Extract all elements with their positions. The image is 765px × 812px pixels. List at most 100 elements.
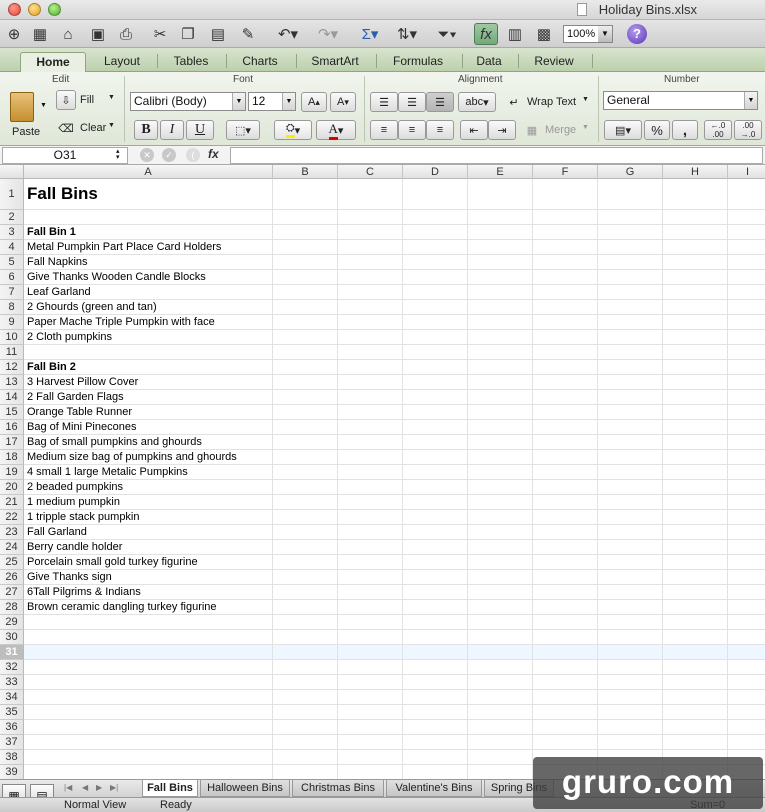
sheet-tab-fall-bins[interactable]: Fall Bins — [142, 780, 198, 797]
cell-a[interactable]: Fall Garland — [27, 525, 87, 540]
cell-a[interactable]: Give Thanks Wooden Candle Blocks — [27, 270, 206, 285]
spreadsheet-grid[interactable]: ABCDEFGHI 1 Fall Bins 2 3 Fall Bin 1 4 Metal P… — [0, 165, 765, 779]
row-header[interactable]: 34 — [0, 690, 24, 705]
align-right-icon[interactable]: ≡ — [426, 120, 454, 140]
row-header[interactable]: 39 — [0, 765, 24, 779]
grow-font-button[interactable]: A ▴ — [301, 92, 327, 112]
row-header[interactable]: 2 — [0, 210, 24, 225]
table-row[interactable]: 12 Fall Bin 2 — [0, 360, 765, 375]
next-sheet-icon[interactable]: ▶ — [96, 783, 102, 792]
cell-a[interactable]: 2 Ghourds (green and tan) — [27, 300, 157, 315]
row-header[interactable]: 30 — [0, 630, 24, 645]
align-bottom-icon[interactable]: ☰ — [426, 92, 454, 112]
cell-a[interactable]: 6Tall Pilgrims & Indians — [27, 585, 141, 600]
first-sheet-icon[interactable]: |◀ — [64, 783, 72, 792]
last-sheet-icon[interactable]: ▶| — [110, 783, 118, 792]
row-header[interactable]: 16 — [0, 420, 24, 435]
table-row[interactable]: 3 Fall Bin 1 — [0, 225, 765, 240]
fill-color-button[interactable]: ⛭ ▾ — [274, 120, 312, 140]
tab-layout[interactable]: Layout — [92, 52, 152, 72]
table-row[interactable]: 31 — [0, 645, 765, 660]
table-row[interactable]: 21 1 medium pumpkin — [0, 495, 765, 510]
row-header[interactable]: 25 — [0, 555, 24, 570]
shrink-font-button[interactable]: A ▾ — [330, 92, 356, 112]
format-painter-icon[interactable]: ✎ — [236, 23, 260, 45]
table-row[interactable]: 1 Fall Bins — [0, 179, 765, 210]
font-name-field[interactable]: Calibri (Body) ▼ — [130, 92, 246, 111]
row-header[interactable]: 26 — [0, 570, 24, 585]
row-header[interactable]: 35 — [0, 705, 24, 720]
row-header[interactable]: 3 — [0, 225, 24, 240]
table-row[interactable]: 13 3 Harvest Pillow Cover — [0, 375, 765, 390]
cell-a[interactable]: Bag of Mini Pinecones — [27, 420, 136, 435]
column-header-c[interactable]: C — [338, 165, 403, 179]
row-header[interactable]: 24 — [0, 540, 24, 555]
formula-paren-icon[interactable]: ( — [186, 148, 200, 162]
column-header-f[interactable]: F — [533, 165, 598, 179]
cell-a[interactable]: 2 Cloth pumpkins — [27, 330, 112, 345]
row-header[interactable]: 33 — [0, 675, 24, 690]
currency-format-button[interactable]: ▤ ▾ — [604, 120, 642, 140]
row-header[interactable]: 20 — [0, 480, 24, 495]
cell-a[interactable]: 1 medium pumpkin — [27, 495, 120, 510]
new-workbook-icon[interactable]: ⊕ — [2, 23, 26, 45]
row-header[interactable]: 7 — [0, 285, 24, 300]
row-header[interactable]: 6 — [0, 270, 24, 285]
help-icon[interactable]: ? — [627, 24, 647, 44]
zoom-dropdown-icon[interactable]: ▼ — [598, 26, 612, 42]
increase-indent-icon[interactable]: ⇥ — [488, 120, 516, 140]
cell-a[interactable]: 3 Harvest Pillow Cover — [27, 375, 138, 390]
column-header-d[interactable]: D — [403, 165, 468, 179]
sheet-tab-christmas-bins[interactable]: Christmas Bins — [292, 780, 384, 797]
prev-sheet-icon[interactable]: ◀ — [82, 783, 88, 792]
confirm-formula-icon[interactable]: ✓ — [162, 148, 176, 162]
row-header[interactable]: 15 — [0, 405, 24, 420]
paste-button[interactable]: ▼ Paste — [6, 90, 47, 142]
cell-a[interactable]: 1 tripple stack pumpkin — [27, 510, 140, 525]
table-row[interactable]: 36 — [0, 720, 765, 735]
wrap-text-button[interactable]: Wrap Text — [527, 96, 576, 108]
row-header[interactable]: 37 — [0, 735, 24, 750]
cell-a[interactable]: Medium size bag of pumpkins and ghourds — [27, 450, 237, 465]
eraser-icon[interactable]: ⌫ — [56, 118, 76, 138]
table-row[interactable]: 7 Leaf Garland — [0, 285, 765, 300]
row-header[interactable]: 12 — [0, 360, 24, 375]
column-header-h[interactable]: H — [663, 165, 728, 179]
font-size-field[interactable]: 12 ▼ — [248, 92, 296, 111]
paste-icon[interactable]: ▤ — [206, 23, 230, 45]
row-header[interactable]: 19 — [0, 465, 24, 480]
number-format-field[interactable]: General ▼ — [603, 91, 758, 110]
table-row[interactable]: 33 — [0, 675, 765, 690]
print-icon[interactable]: ⎙ — [114, 23, 138, 45]
row-header[interactable]: 29 — [0, 615, 24, 630]
font-color-button[interactable]: A ▾ — [316, 120, 356, 140]
row-header[interactable]: 22 — [0, 510, 24, 525]
align-middle-icon[interactable]: ☰ — [398, 92, 426, 112]
table-row[interactable]: 29 — [0, 615, 765, 630]
sheet-tab-valentine-s-bins[interactable]: Valentine's Bins — [386, 780, 482, 797]
table-row[interactable]: 14 2 Fall Garden Flags — [0, 390, 765, 405]
table-row[interactable]: 23 Fall Garland — [0, 525, 765, 540]
table-row[interactable]: 26 Give Thanks sign — [0, 570, 765, 585]
table-row[interactable]: 20 2 beaded pumpkins — [0, 480, 765, 495]
table-row[interactable]: 2 — [0, 210, 765, 225]
clear-dropdown-icon[interactable]: ▼ — [108, 122, 115, 129]
row-header[interactable]: 11 — [0, 345, 24, 360]
percent-button[interactable]: % — [644, 120, 670, 140]
align-center-icon[interactable]: ≡ — [398, 120, 426, 140]
row-header[interactable]: 8 — [0, 300, 24, 315]
fill-icon[interactable]: ⇩ — [56, 90, 76, 110]
number-format-dropdown-icon[interactable]: ▼ — [744, 92, 757, 109]
table-row[interactable]: 27 6Tall Pilgrims & Indians — [0, 585, 765, 600]
row-header[interactable]: 9 — [0, 315, 24, 330]
cell-a[interactable]: Fall Bin 2 — [27, 360, 76, 375]
merge-button[interactable]: Merge — [545, 124, 576, 136]
table-row[interactable]: 9 Paper Mache Triple Pumpkin with face — [0, 315, 765, 330]
row-header[interactable]: 31 — [0, 645, 24, 660]
fill-button[interactable]: Fill — [80, 94, 94, 106]
table-row[interactable]: 16 Bag of Mini Pinecones — [0, 420, 765, 435]
row-header[interactable]: 4 — [0, 240, 24, 255]
row-header[interactable]: 36 — [0, 720, 24, 735]
row-header[interactable]: 38 — [0, 750, 24, 765]
sort-icon[interactable]: ⇅▾ — [390, 23, 424, 45]
